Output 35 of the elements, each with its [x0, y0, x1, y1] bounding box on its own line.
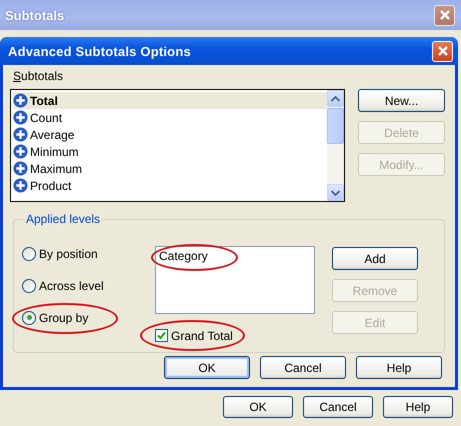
plus-icon [13, 127, 28, 142]
subtotals-list[interactable]: Total Count Average Minimum Maximum Product [10, 89, 345, 202]
dialog-button[interactable]: Cancel [260, 356, 346, 379]
group-title: Applied levels [25, 212, 102, 226]
plus-icon [13, 110, 28, 125]
dialog-button[interactable]: Cancel [303, 396, 373, 418]
close-icon [438, 9, 450, 21]
list-item[interactable]: Maximum [13, 160, 327, 177]
dialog-button[interactable]: OK [164, 356, 250, 379]
check-icon [157, 331, 166, 340]
list-item[interactable]: Product [13, 177, 327, 194]
plus-icon [13, 161, 28, 176]
list-item[interactable]: Average [13, 126, 327, 143]
dialog-button[interactable]: OK [223, 396, 293, 418]
list-item[interactable]: Count [13, 109, 327, 126]
radio-option[interactable]: By position [22, 246, 98, 261]
dialog-button[interactable]: Help [383, 396, 453, 418]
radio-option[interactable]: Across level [22, 278, 104, 293]
close-button[interactable] [434, 4, 455, 26]
dialog-title: Advanced Subtotals Options [8, 44, 191, 58]
list-item[interactable]: Minimum [13, 143, 327, 160]
grand-total-checkbox[interactable]: Grand Total [155, 328, 233, 343]
dialog-button[interactable]: Add [332, 247, 418, 270]
subtotals-label: Subtotals [13, 69, 64, 83]
dialog-button[interactable]: Help [356, 356, 442, 379]
list-item[interactable]: Total [13, 92, 327, 109]
radio-option[interactable]: Group by [22, 310, 88, 325]
scrollbar[interactable] [327, 90, 344, 201]
list-item[interactable]: Category [159, 249, 208, 263]
dialog-button[interactable]: New... [358, 89, 445, 112]
plus-icon [13, 93, 28, 108]
plus-icon [13, 178, 28, 193]
close-icon [436, 45, 448, 57]
window-title: Subtotals [5, 8, 64, 22]
plus-icon [13, 144, 28, 159]
